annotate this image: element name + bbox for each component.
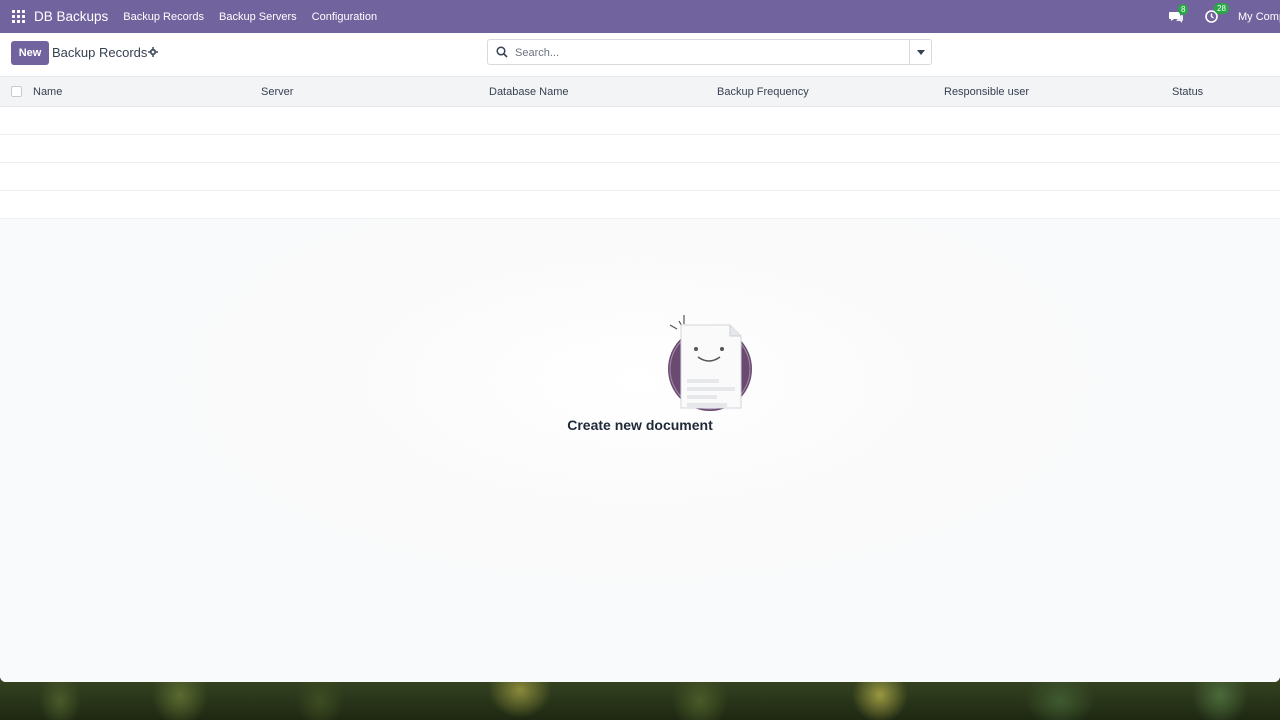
menu-configuration[interactable]: Configuration <box>312 11 377 23</box>
column-header-database-name[interactable]: Database Name <box>489 86 569 98</box>
column-header-name[interactable]: Name <box>33 86 62 98</box>
caret-down-icon <box>916 49 925 55</box>
app-brand[interactable]: DB Backups <box>34 9 108 24</box>
messages-button[interactable]: 8 <box>1169 3 1189 23</box>
top-navbar: DB Backups Backup Records Backup Servers… <box>0 0 1280 33</box>
list-header: Name Server Database Name Backup Frequen… <box>0 77 1280 107</box>
list-row-placeholder <box>0 135 1280 163</box>
new-button[interactable]: New <box>11 41 49 65</box>
search-bar <box>487 39 932 65</box>
activities-button[interactable]: 28 <box>1205 3 1229 23</box>
column-header-backup-frequency[interactable]: Backup Frequency <box>717 86 809 98</box>
empty-state-helper: Create new document <box>0 221 1280 682</box>
search-options-toggle[interactable] <box>909 40 931 64</box>
activities-badge: 28 <box>1214 3 1229 14</box>
messages-badge: 8 <box>1178 3 1189 15</box>
menu-backup-servers[interactable]: Backup Servers <box>219 11 297 23</box>
search-icon <box>496 46 508 58</box>
list-row-placeholder <box>0 163 1280 191</box>
menu-backup-records[interactable]: Backup Records <box>123 11 204 23</box>
select-all-checkbox[interactable] <box>11 86 22 97</box>
column-header-responsible-user[interactable]: Responsible user <box>944 86 1029 98</box>
smiling-document-icon <box>668 315 752 411</box>
gear-icon[interactable] <box>148 47 158 57</box>
list-row-placeholder <box>0 107 1280 135</box>
company-switcher[interactable]: My Comp <box>1238 11 1280 23</box>
systray: 8 28 My Comp <box>1169 0 1280 33</box>
breadcrumb: Backup Records <box>52 45 148 60</box>
column-header-server[interactable]: Server <box>261 86 293 98</box>
search-input[interactable] <box>515 44 895 61</box>
app-window: DB Backups Backup Records Backup Servers… <box>0 0 1280 682</box>
empty-state-title: Create new document <box>567 417 713 433</box>
control-panel: New Backup Records <box>0 33 1280 77</box>
app-menu-icon[interactable] <box>12 10 25 23</box>
column-header-status[interactable]: Status <box>1172 86 1203 98</box>
list-row-placeholder <box>0 191 1280 219</box>
